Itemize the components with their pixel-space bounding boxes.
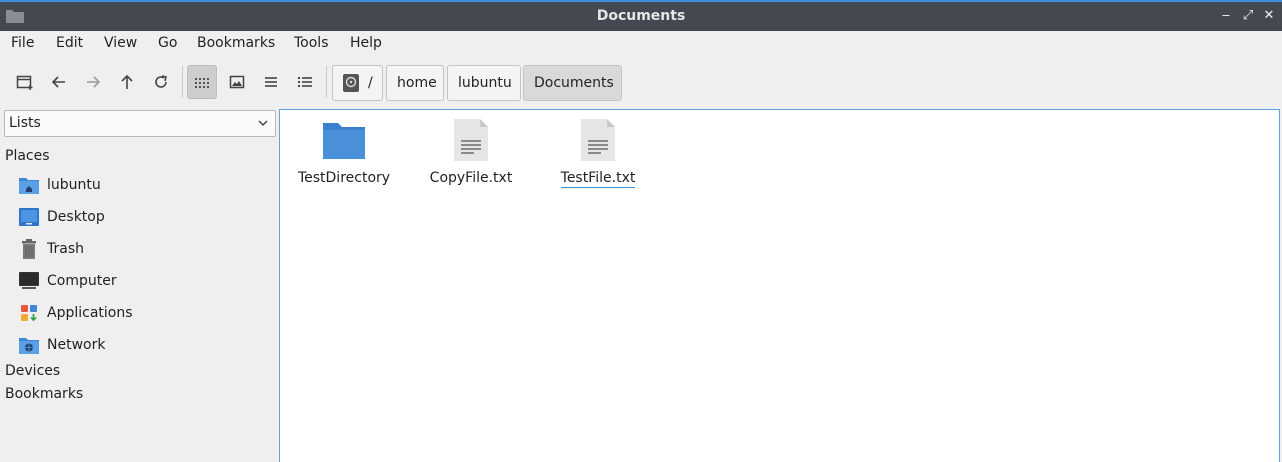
sidebar-item-label: lubuntu [47,177,101,193]
text-file-icon [454,119,488,161]
maximize-button[interactable]: ⤢ [1240,7,1256,25]
new-tab-icon [16,75,33,90]
reload-icon [155,75,167,88]
close-button[interactable]: ✕ [1261,7,1277,25]
devices-header[interactable]: Devices [5,363,60,379]
menu-bookmarks[interactable]: Bookmarks [197,35,275,51]
applications-icon [21,305,37,322]
up-arrow-icon [121,74,133,89]
sidebar-item-desktop[interactable]: Desktop [18,205,105,229]
minimize-button[interactable]: ‒ [1218,7,1234,25]
file-item-testdirectory[interactable]: TestDirectory [289,116,399,186]
toolbar-separator [326,66,327,98]
sidebar-item-label: Computer [47,273,117,289]
file-name: TestFile.txt [560,170,636,188]
folder-icon [323,123,365,159]
file-item-testfile[interactable]: TestFile.txt [543,116,653,188]
menu-bar: File Edit View Go Bookmarks Tools Help [0,31,1282,57]
sidebar-item-computer[interactable]: Computer [18,269,117,293]
compact-view-icon [265,77,277,87]
icon-view-button[interactable] [187,65,217,99]
title-bar: Documents ‒ ⤢ ✕ [0,0,1282,31]
menu-help[interactable]: Help [350,35,382,51]
menu-edit[interactable]: Edit [56,35,83,51]
reload-button[interactable] [146,65,176,99]
sidebar-item-network[interactable]: Network [18,333,105,357]
sidebar-item-trash[interactable]: Trash [18,237,84,261]
sidebar-item-lubuntu[interactable]: lubuntu [18,173,101,197]
home-folder-icon [19,178,39,194]
drive-icon [343,74,359,92]
up-button[interactable] [112,65,142,99]
chevron-down-icon [258,120,268,127]
computer-icon [19,272,39,289]
sidebar-mode-select[interactable]: Lists [4,110,276,137]
menu-view[interactable]: View [104,35,137,51]
bookmarks-header[interactable]: Bookmarks [5,386,83,402]
menu-go[interactable]: Go [158,35,177,51]
forward-arrow-icon [87,76,101,88]
icon-view-icon [195,78,209,88]
network-folder-icon [19,338,39,354]
breadcrumb-documents[interactable]: Documents [523,65,622,101]
sidebar-item-label: Applications [47,305,133,321]
places-header[interactable]: Places [5,148,50,164]
file-item-copyfile[interactable]: CopyFile.txt [416,116,526,186]
breadcrumb-root[interactable]: / [332,65,383,101]
sidebar-item-label: Trash [47,241,84,257]
thumbnail-view-button[interactable] [222,65,252,99]
trash-icon [22,239,36,259]
compact-view-button[interactable] [256,65,286,99]
sidebar-item-applications[interactable]: Applications [18,301,133,325]
toolbar-separator [182,66,183,98]
file-name: TestDirectory [297,170,391,186]
desktop-icon [19,208,39,226]
breadcrumb-lubuntu[interactable]: lubuntu [447,65,521,101]
window-title: Documents [596,8,686,24]
text-file-icon [581,119,615,161]
sidebar-mode-value: Lists [9,115,41,131]
breadcrumb-root-label: / [368,75,373,91]
detailed-list-button[interactable] [290,65,320,99]
breadcrumb-home[interactable]: home [386,65,444,101]
back-arrow-icon [51,76,65,88]
back-button[interactable] [44,65,74,99]
detailed-list-icon [298,77,312,87]
sidebar-item-label: Desktop [47,209,105,225]
sidebar-item-label: Network [47,337,106,353]
thumbnail-view-icon [229,75,245,89]
new-tab-button[interactable] [10,65,40,99]
toolbar: / home lubuntu Documents [0,62,1282,104]
menu-file[interactable]: File [11,35,34,51]
menu-tools[interactable]: Tools [294,35,329,51]
forward-button[interactable] [78,65,108,99]
file-view[interactable]: TestDirectory CopyFile.txt TestFile.txt [279,109,1280,462]
file-name: CopyFile.txt [429,170,513,186]
sidebar: Lists Places lubuntu Desktop Trash Compu… [0,108,278,462]
